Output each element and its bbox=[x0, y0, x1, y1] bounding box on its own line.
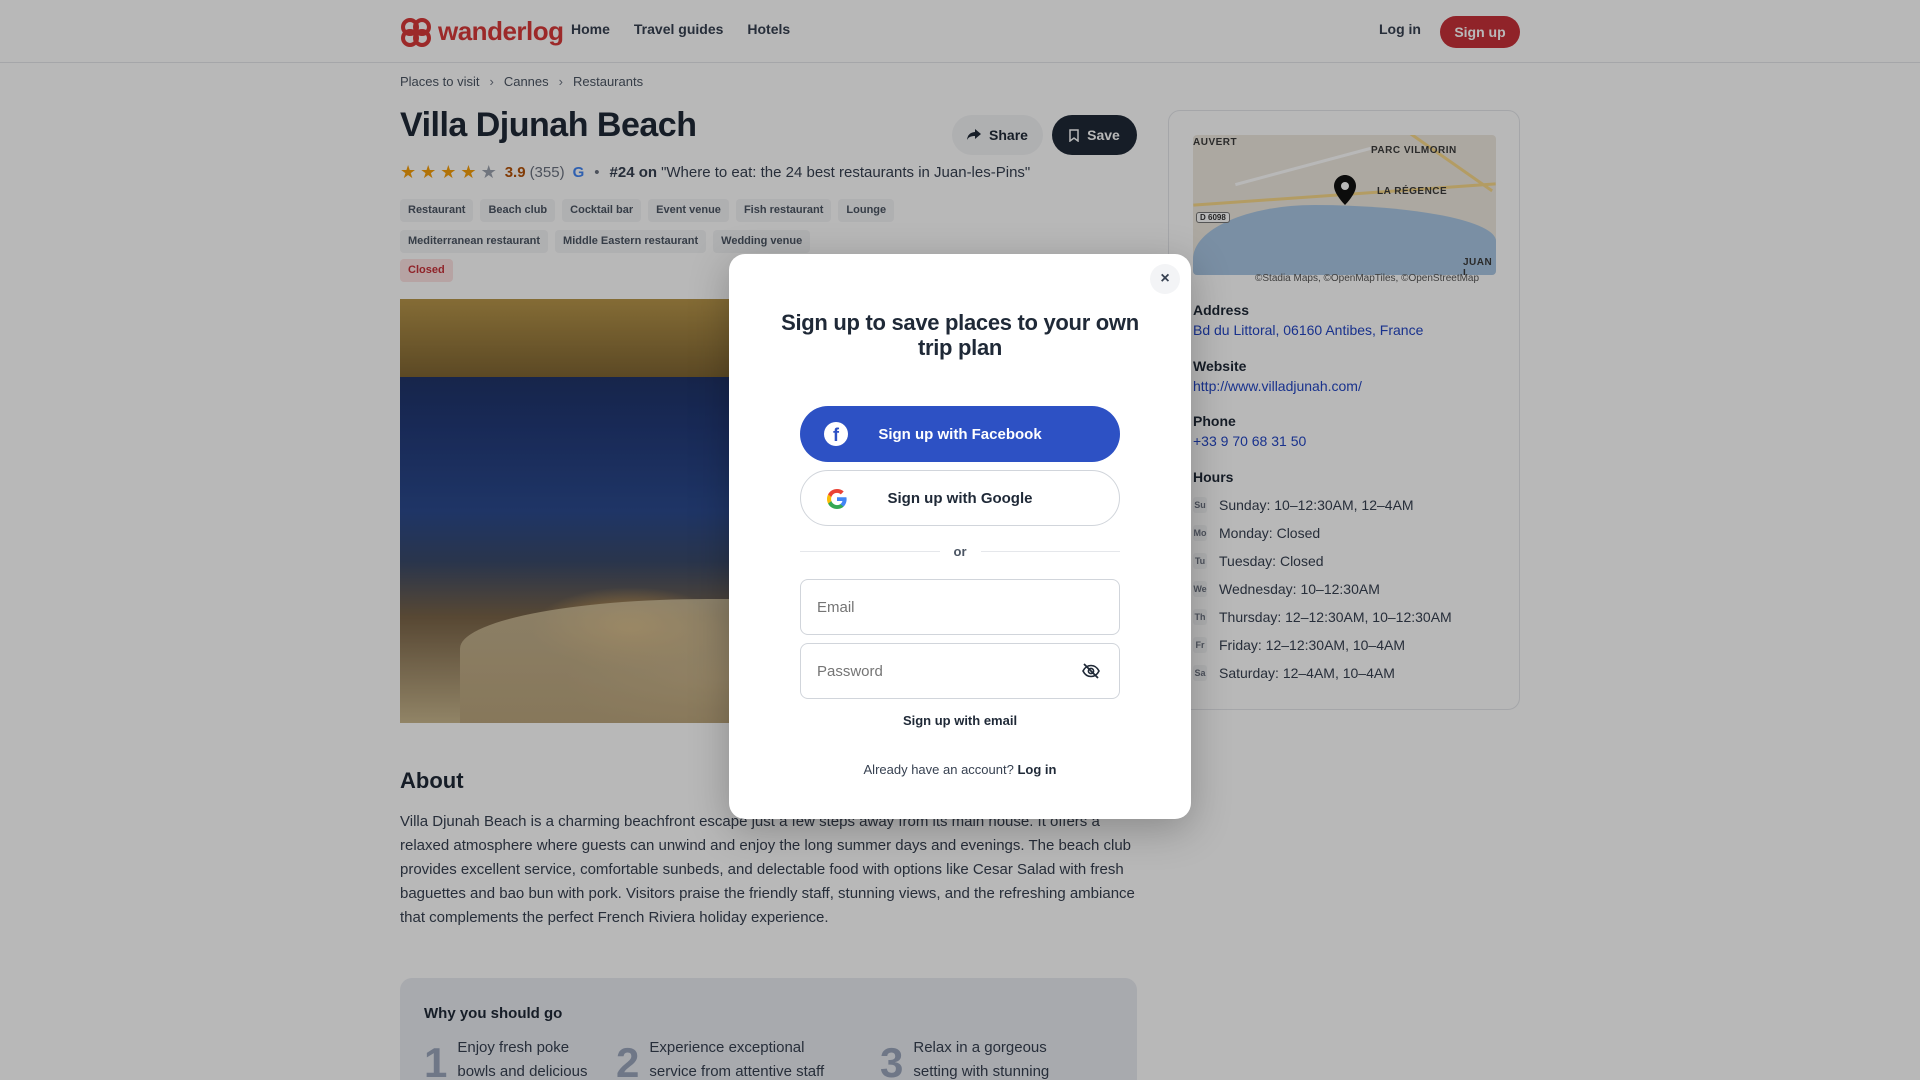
facebook-signup-button[interactable]: f Sign up with Facebook bbox=[800, 406, 1120, 462]
email-signup-button[interactable]: Sign up with email bbox=[800, 713, 1120, 728]
password-field[interactable] bbox=[800, 643, 1120, 699]
modal-login-link[interactable]: Log in bbox=[1017, 762, 1056, 777]
google-signup-button[interactable]: Sign up with Google bbox=[800, 470, 1120, 526]
google-icon bbox=[827, 489, 847, 509]
divider-line bbox=[980, 551, 1120, 552]
signup-modal: × Sign up to save places to your own tri… bbox=[729, 254, 1191, 819]
divider-line bbox=[800, 551, 940, 552]
eye-off-icon[interactable] bbox=[1082, 662, 1100, 680]
facebook-icon: f bbox=[824, 422, 848, 446]
close-icon[interactable]: × bbox=[1150, 264, 1180, 294]
facebook-signup-label: Sign up with Facebook bbox=[878, 425, 1042, 443]
have-account-row: Already have an account? Log in bbox=[800, 762, 1120, 777]
or-label: or bbox=[953, 544, 967, 559]
have-account-text: Already have an account? bbox=[863, 762, 1014, 777]
google-signup-label: Sign up with Google bbox=[887, 489, 1033, 507]
email-field[interactable] bbox=[800, 579, 1120, 635]
or-divider: or bbox=[800, 544, 1120, 559]
modal-title: Sign up to save places to your own trip … bbox=[781, 310, 1139, 360]
